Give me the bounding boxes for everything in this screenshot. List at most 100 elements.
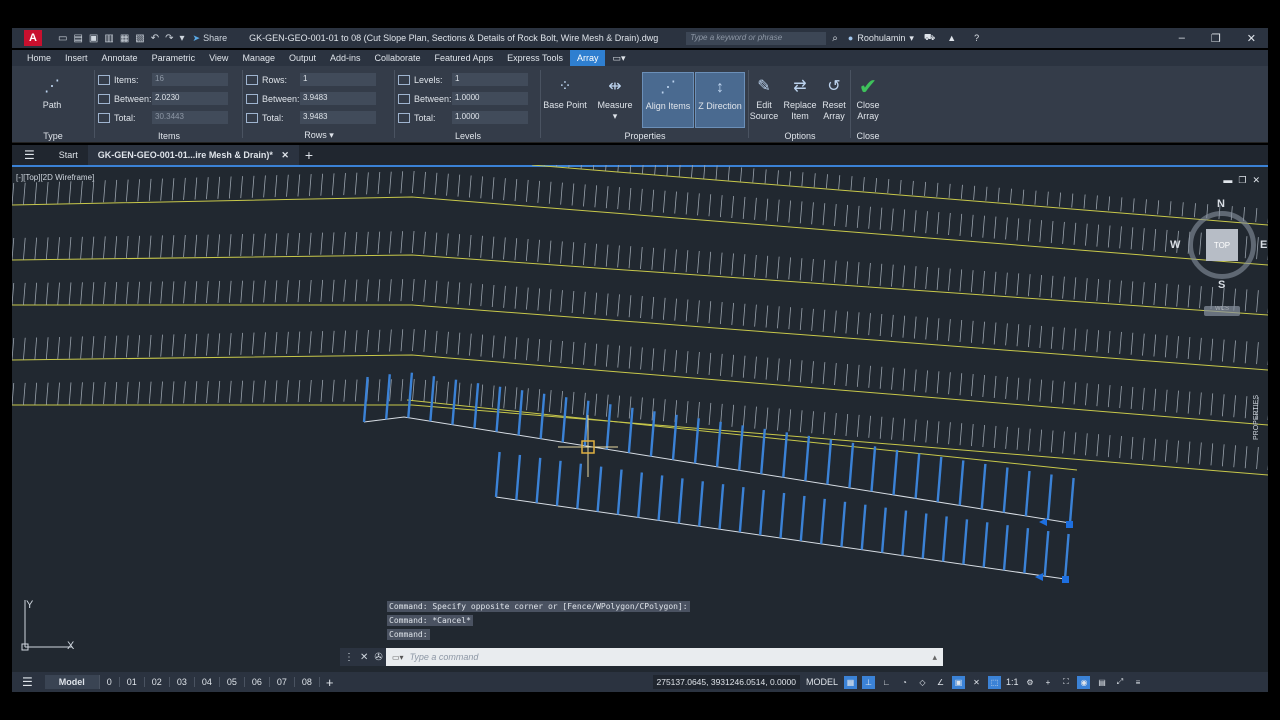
gear-icon[interactable]: ⚙	[1023, 676, 1036, 689]
plus-icon[interactable]: +	[1041, 676, 1054, 689]
replace-item-button[interactable]: ⇄ Replace Item	[782, 72, 818, 122]
menu-icon[interactable]: ☰	[24, 148, 35, 162]
ui-lock-icon[interactable]: ⛶	[1059, 676, 1072, 689]
restore-icon[interactable]: ❐	[1238, 175, 1246, 186]
close-icon[interactable]: ✕	[1247, 32, 1256, 45]
ribbon-options-icon[interactable]: ▭▾	[605, 50, 632, 66]
edit-source-button[interactable]: ✎ Edit Source	[746, 72, 782, 122]
grip-icon[interactable]: ⋮	[344, 652, 354, 663]
ribbon-tab-add-ins[interactable]: Add-ins	[323, 50, 368, 66]
selected-array-path[interactable]	[363, 416, 1071, 524]
ribbon-tab-home[interactable]: Home	[20, 50, 58, 66]
isolate-icon[interactable]: ◉	[1077, 675, 1091, 689]
layout-tab-02[interactable]: 02	[145, 677, 170, 687]
viewcube-south[interactable]: S	[1218, 279, 1225, 291]
ribbon-tab-collaborate[interactable]: Collaborate	[368, 50, 428, 66]
ribbon-tab-express-tools[interactable]: Express Tools	[500, 50, 570, 66]
minimize-icon[interactable]: ▬	[1223, 175, 1232, 186]
close-icon[interactable]: ✕	[1252, 175, 1260, 186]
items-count-field[interactable]: 16	[152, 73, 228, 86]
otrack-icon[interactable]: ∠	[934, 676, 947, 689]
layout-tab-08[interactable]: 08	[295, 677, 320, 687]
close-icon[interactable]: ✕	[360, 652, 368, 663]
selection-cycling-icon[interactable]: ▣	[951, 675, 965, 689]
layout-tab-07[interactable]: 07	[270, 677, 295, 687]
viewcube-east[interactable]: E	[1260, 239, 1267, 251]
slope-bench-line[interactable]	[12, 404, 1268, 476]
slope-bench-line[interactable]	[12, 354, 1268, 426]
ribbon-tab-annotate[interactable]: Annotate	[95, 50, 145, 66]
autoscale-icon[interactable]: ⬚	[987, 675, 1001, 689]
redo-icon[interactable]: ↷	[165, 33, 173, 44]
ribbon-tab-parametric[interactable]: Parametric	[145, 50, 203, 66]
align-items-button[interactable]: ⋰ Align Items	[642, 72, 694, 128]
graphics-icon[interactable]: ▤	[1095, 676, 1108, 689]
help-icon[interactable]: ?	[974, 33, 979, 43]
new-icon[interactable]: ▭	[58, 33, 67, 44]
customize-icon[interactable]: ≡	[1131, 676, 1144, 689]
user-menu[interactable]: ● Roohulamin ▾	[848, 33, 914, 44]
slope-bench-line[interactable]	[12, 196, 1268, 266]
viewport-label[interactable]: [-][Top][2D Wireframe]	[16, 173, 94, 182]
wcs-menu[interactable]: WCS	[1204, 306, 1240, 316]
panel-title-rows[interactable]: Rows ▾	[244, 130, 394, 141]
autodesk-icon[interactable]: ▲	[947, 33, 956, 43]
grid-icon[interactable]: ▦	[843, 675, 857, 689]
viewcube-north[interactable]: N	[1217, 198, 1225, 210]
layout-tab-0[interactable]: 0	[100, 677, 120, 687]
items-total-field[interactable]: 30.3443	[152, 111, 228, 124]
layout-tab-model[interactable]: Model	[44, 675, 100, 689]
web-icon[interactable]: ▦	[120, 33, 129, 44]
reset-array-button[interactable]: ↺ Reset Array	[816, 72, 852, 122]
share-button[interactable]: ➤ Share	[193, 33, 228, 44]
properties-side-tab[interactable]: PROPERTIES	[1253, 395, 1265, 440]
save-icon[interactable]: ▣	[89, 33, 98, 44]
annotation-icon[interactable]: ✕	[970, 676, 983, 689]
array-grip[interactable]	[1062, 576, 1069, 583]
layout-tab-04[interactable]: 04	[195, 677, 220, 687]
ribbon-tab-array[interactable]: Array	[569, 50, 606, 66]
wrench-icon[interactable]: ✇	[374, 652, 382, 663]
viewcube-west[interactable]: W	[1170, 239, 1180, 251]
layout-tab-05[interactable]: 05	[220, 677, 245, 687]
rows-total-field[interactable]: 3.9483	[300, 111, 376, 124]
viewcube-top-face[interactable]: TOP	[1206, 229, 1238, 261]
save-as-icon[interactable]: ▥	[104, 33, 113, 44]
open-icon[interactable]: ▤	[73, 33, 82, 44]
drawing-canvas[interactable]: [-][Top][2D Wireframe] ▬ ❐ ✕ TOP N S E W…	[12, 165, 1268, 673]
levels-count-field[interactable]: 1	[452, 73, 528, 86]
command-input[interactable]: ▭▾ Type a command ▴	[386, 648, 943, 666]
chevron-down-icon[interactable]: ▾	[180, 33, 185, 44]
fullscreen-icon[interactable]: ⤢	[1113, 676, 1126, 689]
layout-tab-03[interactable]: 03	[170, 677, 195, 687]
ribbon-tab-output[interactable]: Output	[282, 50, 323, 66]
ribbon-tab-featured-apps[interactable]: Featured Apps	[428, 50, 501, 66]
start-tab[interactable]: Start	[49, 150, 88, 160]
drawing-tab[interactable]: GK-GEN-GEO-001-01...ire Mesh & Drain)* ✕	[87, 145, 299, 165]
ribbon-tab-manage[interactable]: Manage	[235, 50, 282, 66]
add-layout-icon[interactable]: +	[326, 675, 334, 690]
osnap-icon[interactable]: ◇	[916, 676, 929, 689]
snap-icon[interactable]: ⊥	[861, 675, 875, 689]
coordinates-readout[interactable]: 275137.0645, 3931246.0514, 0.0000	[652, 675, 800, 689]
path-button[interactable]: ⋰ Path	[32, 72, 72, 111]
polar-icon[interactable]: ◔	[898, 676, 911, 689]
viewcube[interactable]: TOP N S E W WCS	[1170, 198, 1267, 316]
search-icon[interactable]: ⌕	[832, 33, 838, 44]
rows-between-field[interactable]: 3.9483	[300, 92, 376, 105]
measure-button[interactable]: ⇹ Measure ▾	[592, 72, 638, 122]
drawing-geometry[interactable]	[12, 165, 1268, 673]
levels-total-field[interactable]: 1.0000	[452, 111, 528, 124]
add-tab-icon[interactable]: +	[305, 147, 313, 163]
slope-bench-line[interactable]	[12, 304, 1268, 371]
search-input[interactable]: Type a keyword or phrase	[686, 31, 827, 45]
minimize-icon[interactable]: –	[1179, 32, 1185, 45]
rows-count-field[interactable]: 1	[300, 73, 376, 86]
close-array-button[interactable]: ✔ Close Array	[850, 72, 886, 122]
layout-menu-icon[interactable]: ☰	[22, 675, 33, 689]
base-point-button[interactable]: ⁘ Base Point	[542, 72, 588, 111]
ribbon-tab-view[interactable]: View	[202, 50, 235, 66]
app-logo[interactable]: A	[24, 30, 42, 46]
chevron-up-icon[interactable]: ▴	[932, 652, 937, 663]
ribbon-tab-insert[interactable]: Insert	[58, 50, 95, 66]
